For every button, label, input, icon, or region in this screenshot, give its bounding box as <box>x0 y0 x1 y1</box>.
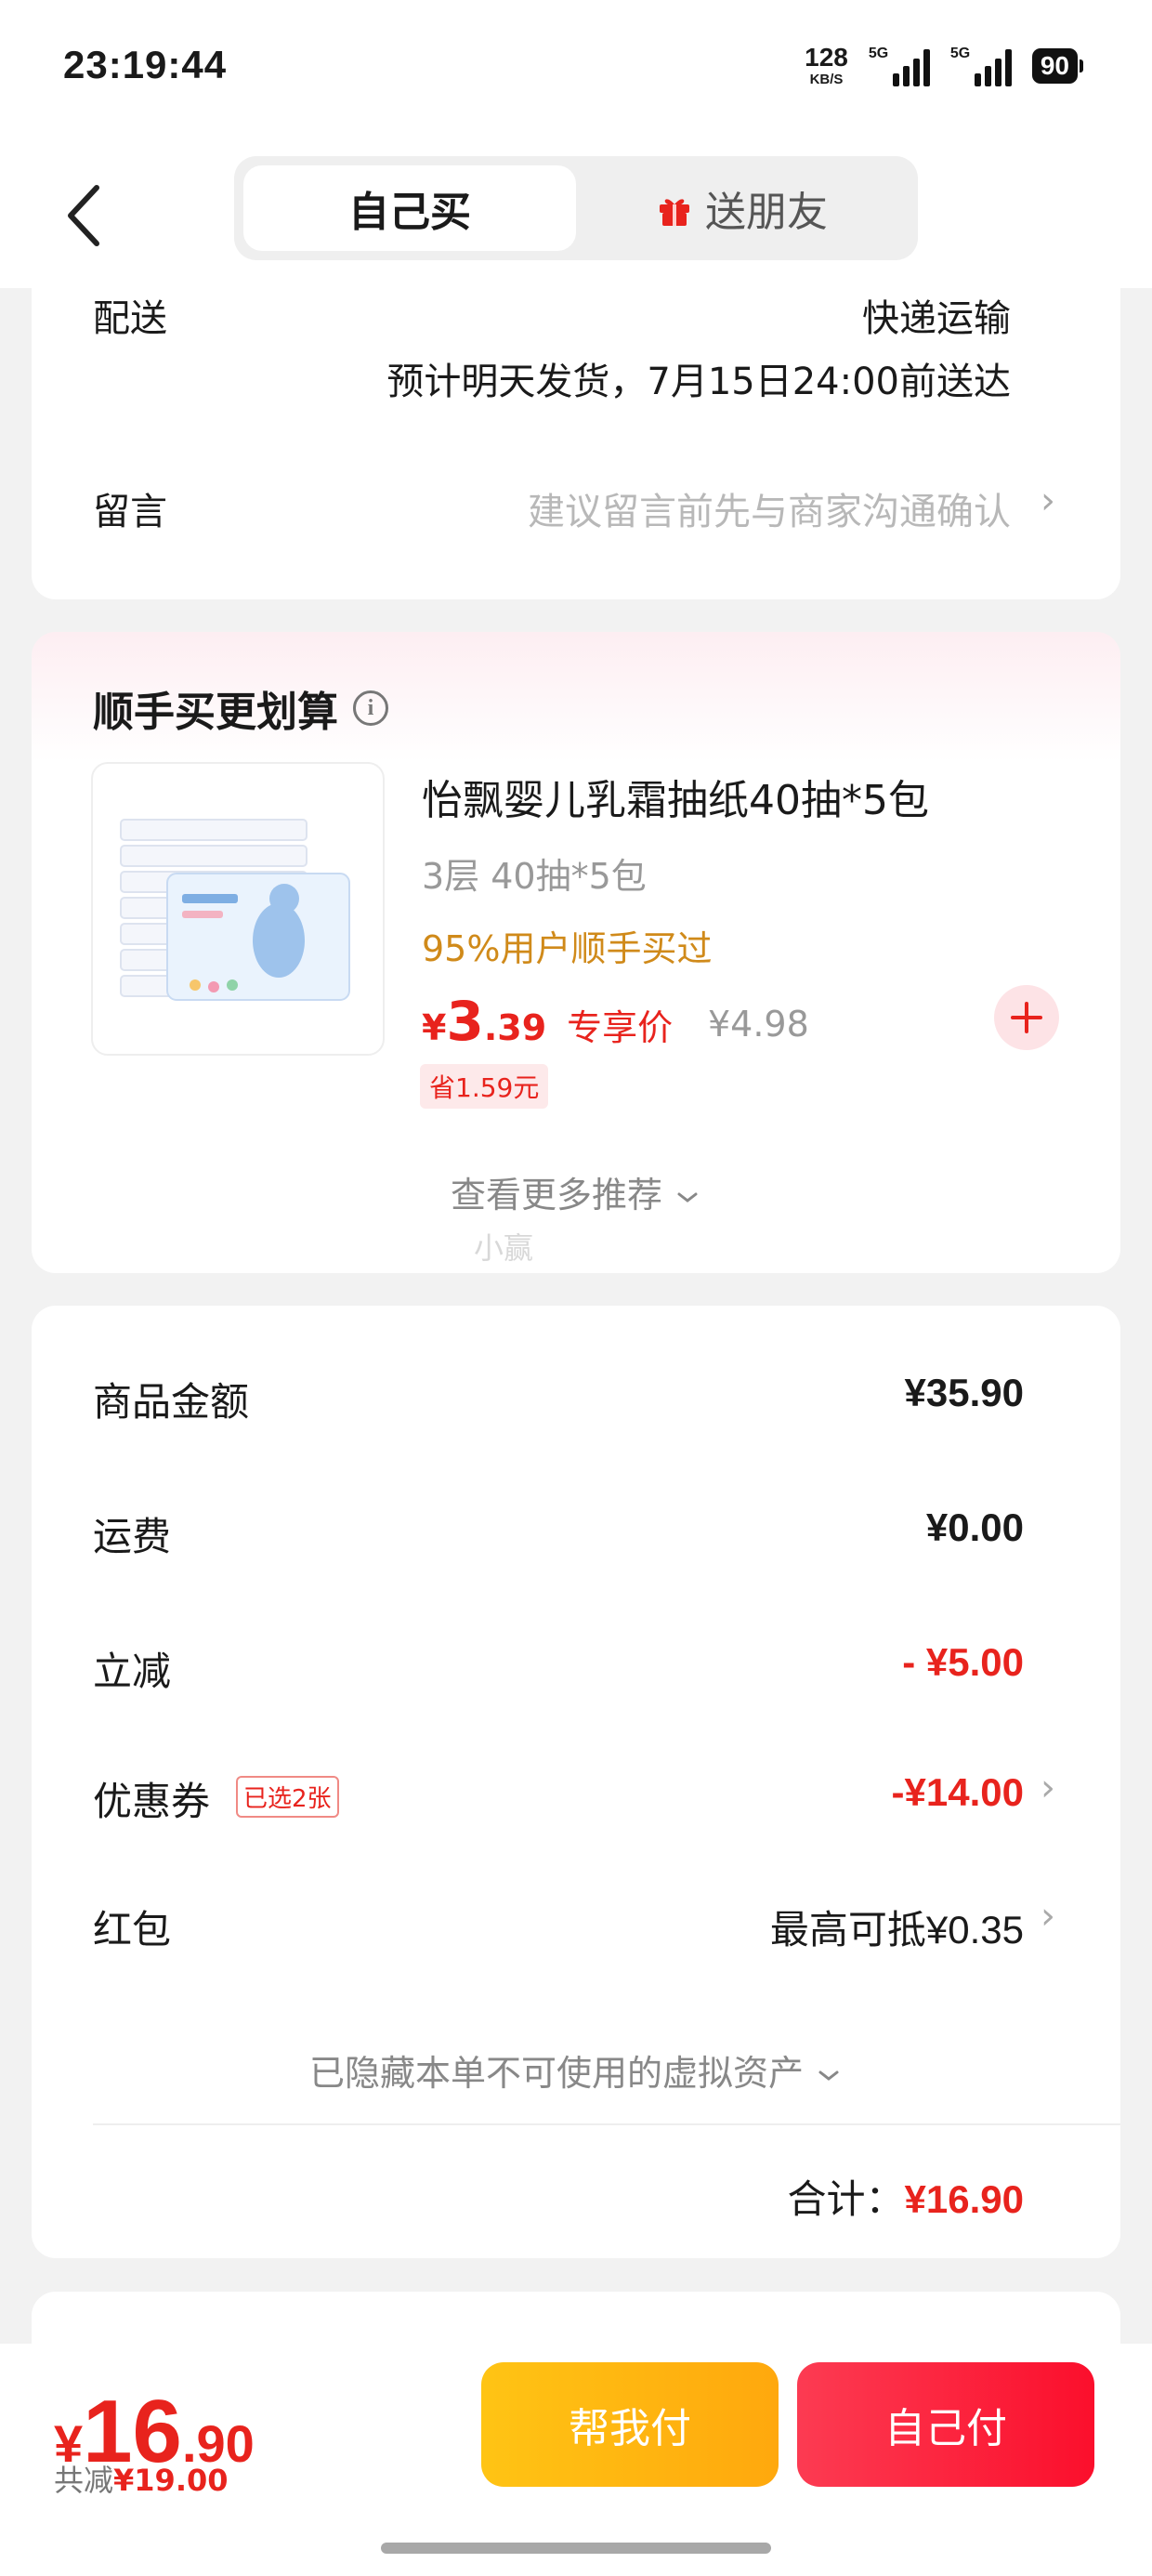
price-int: 3 <box>446 990 484 1053</box>
total-saved-label: 共减 <box>54 2463 114 2498</box>
tab-send-friend-label: 送朋友 <box>705 189 828 236</box>
back-chevron-icon[interactable] <box>63 178 110 253</box>
coupon-value[interactable]: -¥14.00 <box>892 1770 1024 1815</box>
chevron-down-icon <box>818 2070 839 2081</box>
delivery-label: 配送 <box>93 297 167 340</box>
red-packet-label[interactable]: 红包 <box>93 1899 171 1955</box>
total-saved-value: ¥19.00 <box>113 2463 229 2498</box>
battery-icon: 90 <box>1031 47 1084 84</box>
goods-amount-label: 商品金额 <box>93 1379 250 1425</box>
chevron-right-icon: › <box>1041 480 1055 522</box>
coupon-selected-badge: 已选2张 <box>236 1776 339 1818</box>
discount-value: - ¥5.00 <box>902 1640 1024 1684</box>
divider <box>93 2123 1120 2125</box>
product-image[interactable] <box>91 762 385 1056</box>
status-time: 23:19:44 <box>63 43 228 86</box>
signal-type-label: 5G <box>868 45 889 61</box>
purchase-mode-switch: 自己买 送朋友 <box>234 156 918 260</box>
product-buy-rate: 95%用户顺手买过 <box>422 928 713 969</box>
checkout-bar: ¥ 16 .90 共减¥19.00 帮我付 自己付 <box>0 2344 1152 2576</box>
delivery-card: 配送 快递运输 预计明天发货，7月15日24:00前送达 留言 建议留言前先与商… <box>32 279 1120 599</box>
save-badge: 省1.59元 <box>420 1064 549 1109</box>
discount-label: 立减 <box>93 1649 172 1694</box>
chevron-down-icon <box>677 1192 698 1203</box>
home-indicator[interactable] <box>381 2543 771 2554</box>
status-icons: 128 KB/S 5G 5G 90 <box>805 43 1084 87</box>
info-icon[interactable]: i <box>353 690 388 726</box>
price-summary-card: 商品金额 ¥35.90 运费 ¥0.00 立减 - ¥5.00 优惠券 已选2张… <box>32 1306 1120 2258</box>
addon-card: 顺手买更划算 i 怡飘婴儿乳霜抽纸40抽*5包 3层 40抽*5包 95%用户顺… <box>32 632 1120 1273</box>
plus-icon <box>1011 1002 1042 1033</box>
addon-title-text: 顺手买更划算 <box>93 689 338 736</box>
pay-myself-button[interactable]: 自己付 <box>797 2362 1094 2487</box>
original-price: ¥4.98 <box>708 1004 809 1045</box>
shipping-value: ¥0.00 <box>925 1505 1024 1549</box>
total-label: 合计： <box>787 2176 905 2222</box>
product-price: ¥ 3 .39 专享价 <box>422 990 673 1053</box>
total-saved: 共减¥19.00 <box>54 2457 229 2500</box>
signal-type-label-2: 5G <box>949 45 971 61</box>
hidden-assets-toggle[interactable]: 已隐藏本单不可使用的虚拟资产 <box>32 2044 1120 2096</box>
price-tag: 专享价 <box>567 1007 674 1048</box>
view-more-label: 查看更多推荐 <box>450 1175 662 1216</box>
view-more-recommendations[interactable]: 查看更多推荐 <box>32 1166 1120 1217</box>
status-bar: 23:19:44 128 KB/S 5G 5G 90 <box>0 0 1152 139</box>
total-value: ¥16.90 <box>904 2177 1024 2221</box>
help-me-pay-button[interactable]: 帮我付 <box>481 2362 779 2487</box>
watermark: 小赢 <box>474 1230 534 1266</box>
network-speed-value: 128 <box>805 43 848 72</box>
tab-buy-self[interactable]: 自己买 <box>243 165 576 251</box>
total: 合计： ¥16.90 <box>788 2168 1024 2225</box>
coupon-label[interactable]: 优惠券 <box>93 1770 210 1827</box>
gift-icon <box>657 191 692 226</box>
message-input[interactable]: 建议留言前先与商家沟通确认 <box>528 481 1011 535</box>
header: 自己买 送朋友 <box>0 139 1152 288</box>
tab-send-friend[interactable]: 送朋友 <box>576 165 909 251</box>
delivery-method: 快递运输 <box>862 297 1011 340</box>
product-spec: 3层 40抽*5包 <box>422 856 647 897</box>
add-addon-button[interactable] <box>994 985 1059 1050</box>
message-label: 留言 <box>93 491 167 533</box>
signal-icon-2: 5G <box>950 46 1012 86</box>
network-speed-unit: KB/S <box>809 72 844 87</box>
product-title[interactable]: 怡飘婴儿乳霜抽纸40抽*5包 <box>422 767 929 826</box>
addon-title: 顺手买更划算 i <box>93 678 388 738</box>
price-symbol: ¥ <box>422 1007 447 1048</box>
shipping-label: 运费 <box>93 1514 172 1559</box>
delivery-estimate: 预计明天发货，7月15日24:00前送达 <box>386 361 1011 403</box>
goods-amount-value: ¥35.90 <box>904 1371 1024 1414</box>
red-packet-value[interactable]: 最高可抵¥0.35 <box>770 1899 1024 1955</box>
price-dec: .39 <box>483 1007 547 1048</box>
hidden-assets-label: 已隐藏本单不可使用的虚拟资产 <box>308 2053 804 2094</box>
signal-icon: 5G <box>869 46 930 86</box>
network-speed: 128 KB/S <box>805 43 848 87</box>
chevron-right-icon: › <box>1041 1895 1055 1938</box>
chevron-right-icon: › <box>1041 1767 1055 1809</box>
